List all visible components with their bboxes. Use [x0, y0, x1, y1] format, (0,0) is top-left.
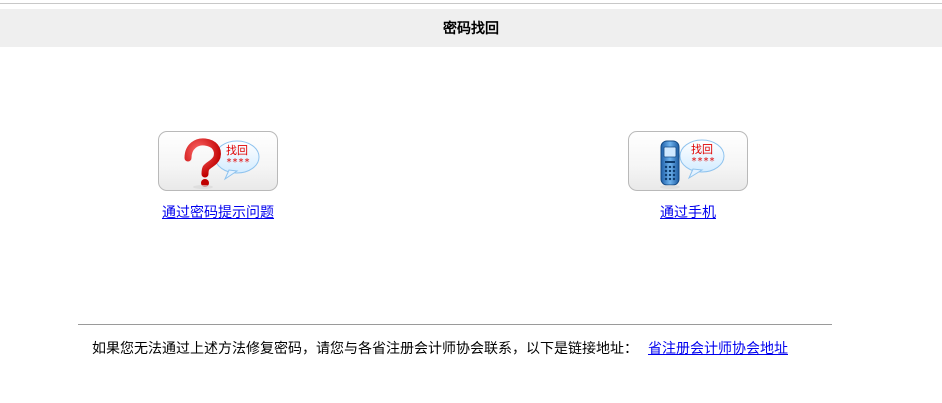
footer: 如果您无法通过上述方法修复密码，请您与各省注册会计师协会联系，以下是链接地址： 省…: [92, 338, 852, 358]
svg-text:找回: 找回: [691, 142, 713, 156]
svg-text:找回: 找回: [226, 143, 248, 157]
mobile-phone-button[interactable]: 找回 ****: [628, 131, 748, 191]
svg-text:****: ****: [226, 157, 250, 168]
footer-text: 如果您无法通过上述方法修复密码，请您与各省注册会计师协会联系，以下是链接地址：: [92, 341, 638, 357]
question-mark-icon: 找回 ****: [184, 138, 260, 189]
security-question-link[interactable]: 通过密码提示问题: [162, 202, 274, 222]
page-title: 密码找回: [443, 21, 499, 37]
option-security-question: 找回 **** 通过密码提示问题: [128, 131, 308, 231]
mobile-phone-link[interactable]: 通过手机: [660, 202, 716, 222]
page-header: 密码找回: [0, 9, 942, 47]
svg-text:****: ****: [691, 156, 715, 167]
top-divider: [0, 3, 942, 4]
security-question-button[interactable]: 找回 ****: [158, 131, 278, 191]
option-mobile-phone: 找回 **** 通过手机: [598, 131, 778, 231]
provincial-association-link[interactable]: 省注册会计师协会地址: [648, 341, 788, 357]
footer-divider: [78, 324, 832, 325]
mobile-phone-icon: 找回 ****: [660, 139, 725, 189]
